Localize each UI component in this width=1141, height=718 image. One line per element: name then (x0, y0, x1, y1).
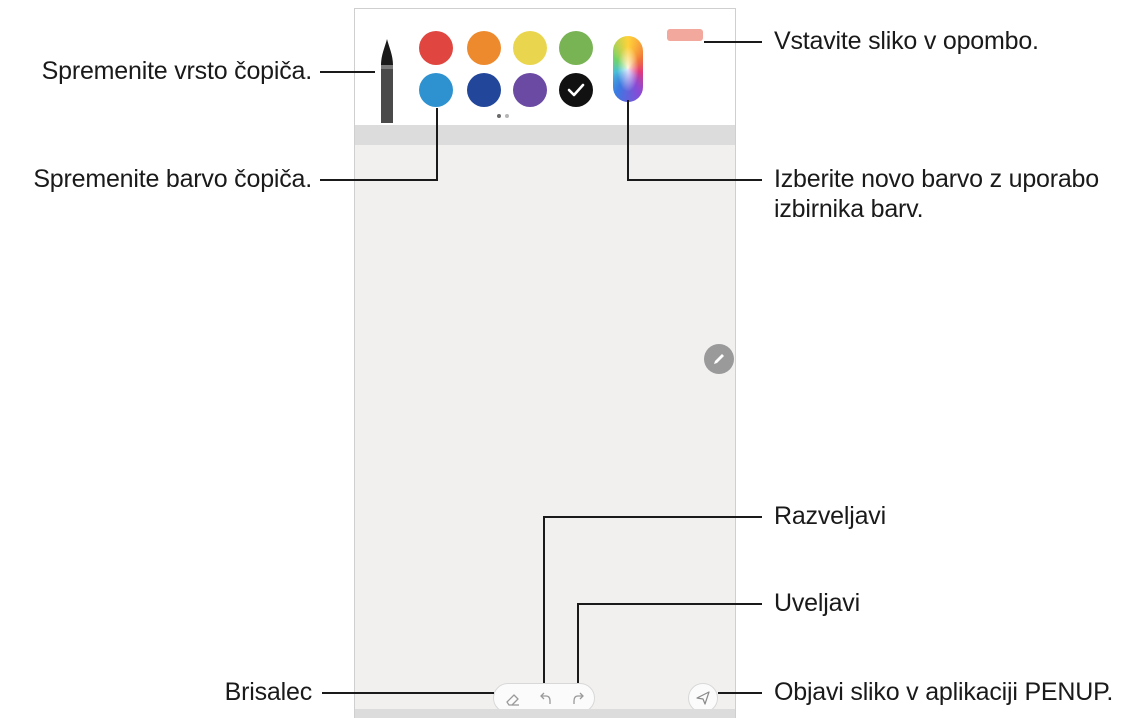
leader-brush-color-v (436, 108, 438, 181)
color-swatch-red[interactable] (419, 31, 453, 65)
pen-icon[interactable] (704, 344, 734, 374)
label-publish: Objavi sliko v aplikaciji PENUP. (774, 678, 1114, 706)
pencil-brush-icon[interactable] (379, 39, 395, 123)
toolbar-divider (355, 125, 735, 145)
brush-toolbar (355, 9, 735, 125)
leader-brush-color (320, 179, 438, 181)
leader-color-picker (627, 179, 762, 181)
label-redo: Uveljavi (774, 589, 860, 617)
leader-brush-type (320, 71, 375, 73)
eraser-icon[interactable] (504, 690, 522, 708)
leader-insert-image (704, 41, 762, 43)
leader-redo (577, 603, 762, 605)
drawing-canvas[interactable] (355, 145, 735, 709)
color-swatch-yellow[interactable] (513, 31, 547, 65)
label-undo: Razveljavi (774, 502, 886, 530)
label-brush-type: Spremenite vrsto čopiča. (41, 57, 313, 85)
color-swatch-green[interactable] (559, 31, 593, 65)
color-swatch-orange[interactable] (467, 31, 501, 65)
palette-page-indicator (497, 114, 509, 118)
drawing-screen (354, 8, 736, 718)
check-icon (559, 73, 593, 107)
leader-undo (543, 516, 762, 518)
bottom-divider (355, 709, 735, 718)
color-picker-button[interactable] (613, 36, 643, 102)
undo-icon[interactable] (537, 690, 555, 708)
color-swatch-purple[interactable] (513, 73, 547, 107)
leader-publish (718, 692, 762, 694)
label-eraser: Brisalec (224, 678, 313, 706)
leader-redo-v (577, 603, 579, 683)
color-swatch-dark-blue[interactable] (467, 73, 501, 107)
color-swatch-light-blue[interactable] (419, 73, 453, 107)
label-brush-color: Spremenite barvo čopiča. (33, 165, 312, 193)
redo-icon[interactable] (569, 690, 587, 708)
leader-color-picker-v (627, 100, 629, 181)
insert-image-button[interactable] (667, 29, 703, 41)
label-color-picker: Izberite novo barvo z uporabo izbirnika … (774, 165, 1099, 223)
leader-eraser (322, 692, 494, 694)
leader-undo-v (543, 516, 545, 683)
label-insert-image: Vstavite sliko v opombo. (774, 27, 1039, 55)
color-swatch-black-selected[interactable] (559, 73, 593, 107)
